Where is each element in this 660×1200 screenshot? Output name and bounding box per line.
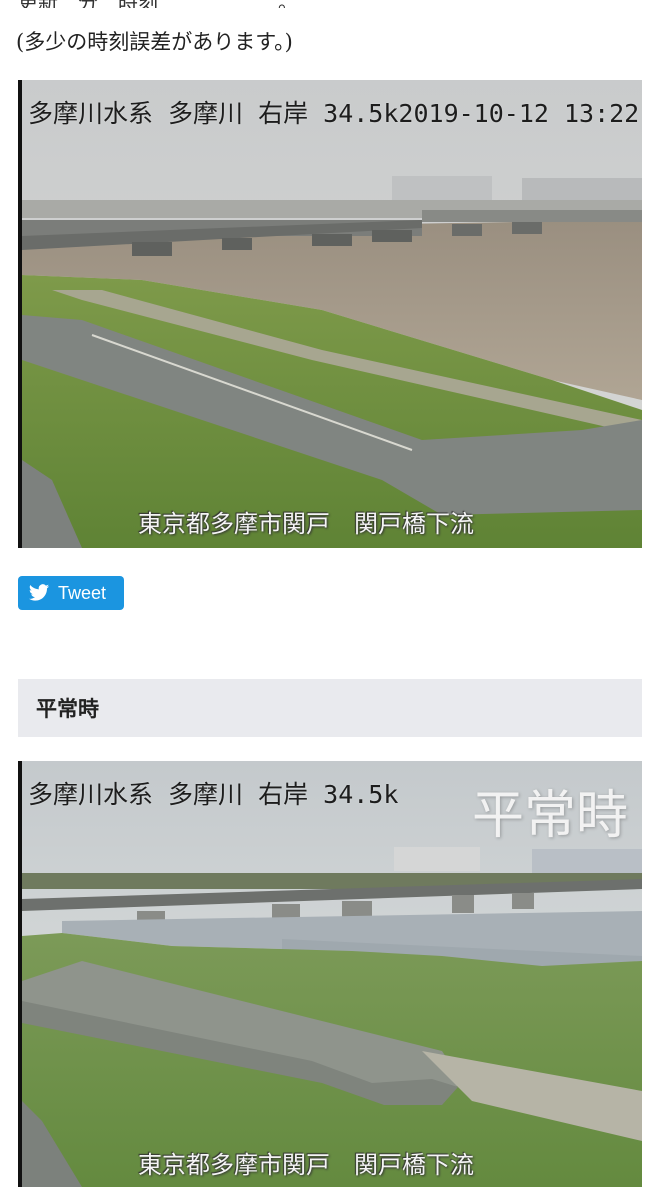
normal-camera-image: 多摩川水系 多摩川 右岸 34.5k 平常時 東京都多摩市関戸 関戸橋下流 <box>18 761 642 1187</box>
tweet-button[interactable]: Tweet <box>18 576 124 610</box>
time-error-notice: (多少の時刻誤差があります。) <box>16 30 293 54</box>
flood-camera-location-overlay: 東京都多摩市関戸 関戸橋下流 <box>138 510 474 538</box>
normal-camera-location-overlay: 東京都多摩市関戸 関戸橋下流 <box>138 1151 474 1179</box>
twitter-bird-icon <box>28 584 50 601</box>
flood-camera-header-overlay: 多摩川水系 多摩川 右岸 34.5k2019-10-12 13:22 <box>28 99 640 128</box>
cut-off-text: 更新 分 時刻 。 <box>18 0 618 8</box>
normal-time-watermark: 平常時 <box>471 786 628 846</box>
flood-camera-image: 多摩川水系 多摩川 右岸 34.5k2019-10-12 13:22 東京都多摩… <box>18 80 642 548</box>
normal-camera-header-overlay: 多摩川水系 多摩川 右岸 34.5k <box>28 780 399 809</box>
section-heading-normal: 平常時 <box>18 679 642 737</box>
tweet-button-label: Tweet <box>58 582 107 603</box>
section-heading-text: 平常時 <box>36 696 99 721</box>
